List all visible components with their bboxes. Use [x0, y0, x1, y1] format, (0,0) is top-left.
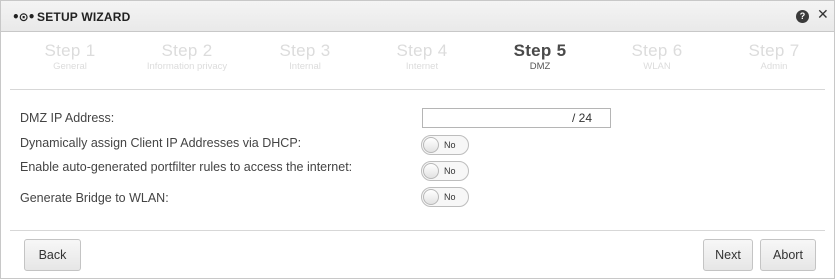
divider: [10, 230, 825, 231]
step-sublabel: Information privacy: [146, 61, 228, 72]
back-button[interactable]: Back: [24, 239, 81, 271]
bridge-label: Generate Bridge to WLAN:: [20, 191, 169, 205]
next-button[interactable]: Next: [703, 239, 753, 271]
step-label: Step 3: [279, 41, 331, 60]
title-bar: •⊙• SETUP WIZARD ? ✕: [1, 1, 834, 32]
toggle-state: No: [444, 166, 456, 176]
step-sublabel: Admin: [760, 61, 788, 72]
window-title: SETUP WIZARD: [37, 10, 131, 24]
toggle-state: No: [444, 192, 456, 202]
step-6[interactable]: Step 6 WLAN: [597, 41, 717, 72]
step-1[interactable]: Step 1 General: [10, 41, 130, 72]
step-4[interactable]: Step 4 Internet: [362, 41, 482, 72]
abort-button[interactable]: Abort: [760, 239, 816, 271]
bridge-toggle[interactable]: No: [421, 187, 469, 207]
wizard-steps: Step 1 General Step 2 Information privac…: [10, 41, 825, 81]
step-3[interactable]: Step 3 Internal: [245, 41, 365, 72]
step-sublabel: DMZ: [529, 61, 551, 72]
step-7[interactable]: Step 7 Admin: [714, 41, 834, 72]
dhcp-label: Dynamically assign Client IP Addresses v…: [20, 136, 302, 150]
toggle-state: No: [444, 140, 456, 150]
step-sublabel: General: [53, 61, 87, 72]
help-icon[interactable]: ?: [796, 10, 809, 23]
step-5[interactable]: Step 5 DMZ: [480, 41, 600, 72]
step-label: Step 2: [161, 41, 213, 60]
toggle-knob: [423, 137, 439, 153]
logo-icon: •⊙•: [12, 10, 35, 24]
portfilter-toggle[interactable]: No: [421, 161, 469, 181]
setup-wizard-window: •⊙• SETUP WIZARD ? ✕ Step 1 General Step…: [0, 0, 835, 279]
step-sublabel: Internal: [289, 61, 321, 72]
step-label: Step 6: [631, 41, 683, 60]
step-label: Step 5: [513, 41, 567, 60]
close-icon[interactable]: ✕: [817, 7, 829, 23]
step-sublabel: WLAN: [643, 61, 671, 72]
step-sublabel: Internet: [405, 61, 439, 72]
step-label: Step 7: [748, 41, 800, 60]
toggle-knob: [423, 163, 439, 179]
dmz-ip-suffix: / 24: [572, 111, 593, 125]
step-2[interactable]: Step 2 Information privacy: [127, 41, 247, 72]
step-label: Step 4: [396, 41, 448, 60]
dhcp-toggle[interactable]: No: [421, 135, 469, 155]
step-label: Step 1: [44, 41, 96, 60]
dmz-ip-label: DMZ IP Address:: [20, 111, 115, 125]
toggle-knob: [423, 189, 439, 205]
portfilter-label: Enable auto-generated portfilter rules t…: [20, 160, 353, 174]
divider: [10, 89, 825, 90]
